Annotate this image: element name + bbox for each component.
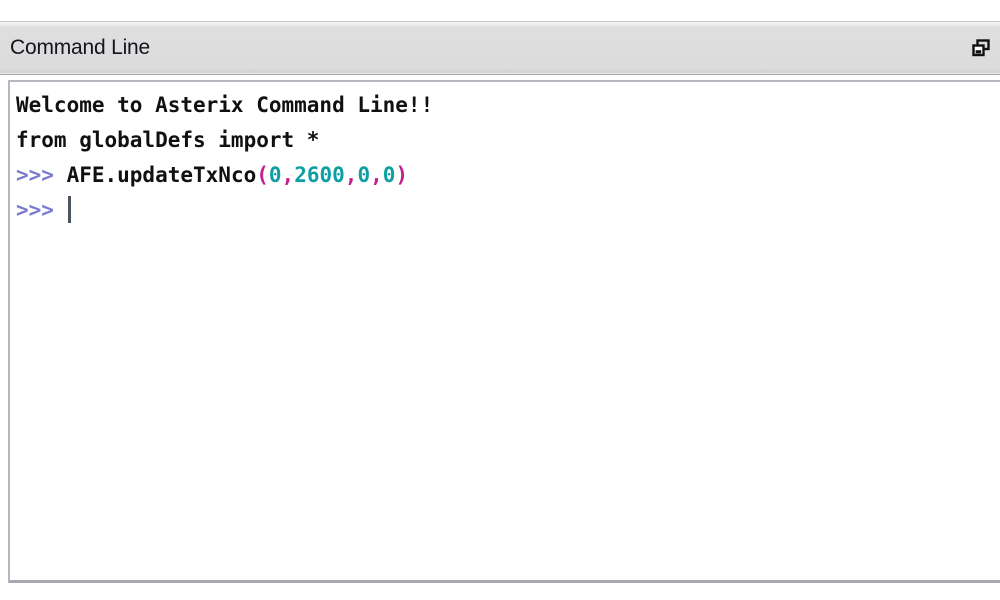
line-command-token-5: 2600 (294, 163, 345, 187)
line-command: >>> AFE.updateTxNco(0,2600,0,0) (16, 158, 1000, 193)
restore-window-icon[interactable] (968, 35, 994, 61)
line-command-token-1: AFE.updateTxNco (66, 163, 257, 187)
line-command-token-8: , (370, 163, 383, 187)
window-titlebar[interactable]: Command Line (0, 21, 1000, 75)
line-welcome: Welcome to Asterix Command Line!! (16, 88, 1000, 123)
line-command-token-0: >>> (16, 163, 67, 187)
line-active-prompt-token-0: >>> (16, 198, 67, 222)
titlebar-button-group (968, 35, 994, 61)
line-import-token-0: from globalDefs import * (16, 128, 320, 152)
line-command-token-4: , (281, 163, 295, 187)
text-cursor (67, 196, 71, 223)
command-line-window: Command Line Welcome to Asterix Command … (0, 0, 1000, 600)
page-title: Command Line (10, 36, 151, 59)
line-import: from globalDefs import * (16, 123, 1000, 158)
line-command-token-3: 0 (268, 163, 282, 187)
line-command-token-6: , (344, 163, 358, 187)
line-welcome-token-0: Welcome to Asterix Command Line!! (16, 93, 434, 117)
line-command-token-10: ) (395, 163, 409, 187)
line-command-token-7: 0 (357, 163, 371, 187)
line-command-token-9: 0 (382, 163, 396, 187)
console-output-area[interactable]: Welcome to Asterix Command Line!! from gl… (8, 80, 1000, 583)
line-active-prompt: >>> (16, 193, 1000, 228)
line-command-token-2: ( (256, 163, 269, 187)
console-text: Welcome to Asterix Command Line!! from gl… (16, 88, 1000, 228)
